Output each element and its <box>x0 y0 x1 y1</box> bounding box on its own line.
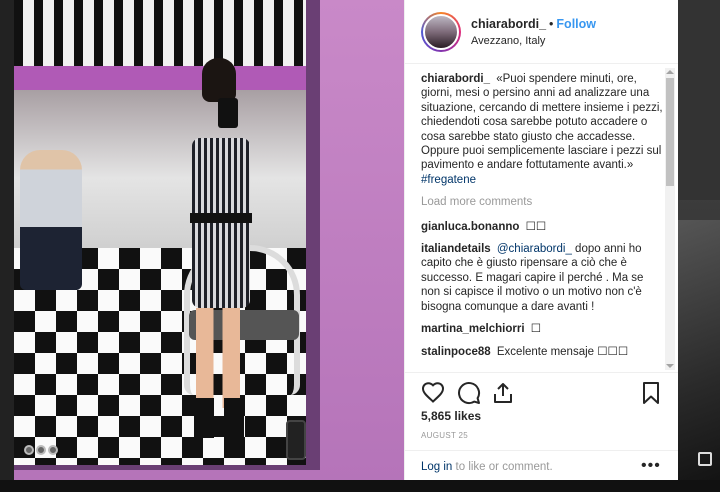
avatar-story-ring[interactable] <box>421 12 461 52</box>
comment-item: italiandetails @chiarabordi_ dopo anni h… <box>421 242 663 314</box>
login-prompt: Log in to like or comment. <box>421 461 553 473</box>
scrollbar-thumb[interactable] <box>666 78 674 186</box>
comments-scrollbar[interactable] <box>665 68 675 370</box>
comment-text: Excelente mensaje ☐☐☐ <box>496 345 629 358</box>
phone-in-hand <box>218 98 238 128</box>
legs <box>196 308 240 408</box>
girl-hair <box>202 58 236 102</box>
share-icon[interactable] <box>491 381 515 405</box>
comment-username[interactable]: italiandetails <box>421 243 491 255</box>
backdrop-left <box>0 0 14 492</box>
comment-username[interactable]: gianluca.bonanno <box>421 221 519 233</box>
multiple-photos-icon <box>698 452 712 466</box>
load-more-comments-button[interactable]: Load more comments <box>421 195 663 209</box>
comment-icon[interactable] <box>457 381 481 405</box>
mirror-frame <box>14 0 320 470</box>
likes-count[interactable]: 5,865 likes <box>421 409 481 423</box>
caption-username[interactable]: chiarabordi_ <box>421 73 490 85</box>
login-suffix: to like or comment. <box>452 461 553 473</box>
mirror-ornament-icon <box>24 440 58 460</box>
boots <box>194 398 244 438</box>
belt <box>190 213 252 223</box>
follow-button[interactable]: Follow <box>556 17 596 31</box>
caption: chiarabordi_ «Puoi spendere minuti, ore,… <box>421 72 663 187</box>
login-link[interactable]: Log in <box>421 461 452 473</box>
backdrop-bottom <box>0 480 720 492</box>
mirror-reflection <box>14 0 306 465</box>
comment-username[interactable]: stalinpoce88 <box>421 346 491 358</box>
scroll-up-arrow-icon[interactable] <box>666 70 674 74</box>
backdrop-right <box>678 0 720 492</box>
action-bar: 5,865 likes AUGUST 25 <box>405 372 679 458</box>
avatar[interactable] <box>423 14 459 50</box>
seated-person <box>20 150 82 290</box>
caption-text: «Puoi spendere minuti, ore, giorni, mesi… <box>421 73 663 172</box>
phone-sticker-icon <box>286 420 306 460</box>
purple-wall <box>320 0 404 482</box>
comment-item: gianluca.bonanno ☐☐ <box>421 220 663 234</box>
comment-text: ☐☐ <box>525 220 547 233</box>
header-username[interactable]: chiarabordi_ <box>471 17 546 31</box>
bookmark-icon[interactable] <box>639 381 663 405</box>
post-side-panel: chiarabordi_ • Follow Avezzano, Italy chia… <box>404 0 679 482</box>
heart-icon[interactable] <box>421 381 445 405</box>
post-header: chiarabordi_ • Follow Avezzano, Italy <box>405 0 679 64</box>
comment-item: martina_melchiorri ☐ <box>421 322 663 336</box>
comment-mention[interactable]: @chiarabordi_ <box>497 243 572 255</box>
striped-dress <box>192 138 250 308</box>
more-options-icon[interactable]: ••• <box>641 457 661 475</box>
scroll-down-arrow-icon[interactable] <box>666 364 674 368</box>
comments-list[interactable]: chiarabordi_ «Puoi spendere minuti, ore,… <box>405 64 679 372</box>
location-link[interactable]: Avezzano, Italy <box>471 35 545 47</box>
comment-username[interactable]: martina_melchiorri <box>421 323 525 335</box>
login-footer: Log in to like or comment. ••• <box>405 450 679 482</box>
girl-figure <box>174 58 264 448</box>
caption-hashtag[interactable]: #fregatene <box>421 174 476 186</box>
next-post-thumbnail[interactable] <box>678 220 720 492</box>
header-user-line: chiarabordi_ • Follow <box>471 17 596 31</box>
post-photo[interactable] <box>14 0 404 482</box>
next-post-thumbnail[interactable] <box>678 0 720 200</box>
header-separator: • <box>549 17 554 31</box>
comment-item: stalinpoce88 Excelente mensaje ☐☐☐ <box>421 345 663 359</box>
comment-text: ☐ <box>530 323 542 336</box>
post-date[interactable]: AUGUST 25 <box>421 431 468 440</box>
